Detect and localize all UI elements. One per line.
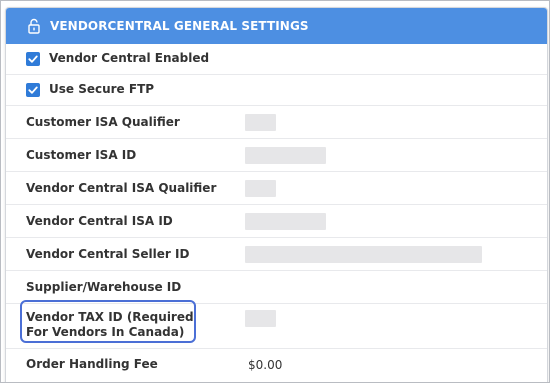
customer-isa-qualifier-value[interactable]	[245, 114, 276, 131]
vendor-tax-id-label: Vendor TAX ID (Required For Vendors In C…	[26, 310, 194, 339]
order-handling-fee-row: Order Handling Fee $0.00	[6, 349, 547, 382]
use-secure-ftp-checkbox[interactable]	[26, 83, 40, 97]
vendor-tax-id-row: Vendor TAX ID (Required For Vendors In C…	[6, 300, 547, 349]
order-handling-fee-value[interactable]: $0.00	[248, 358, 282, 372]
panel-header: VENDORCENTRAL GENERAL SETTINGS	[6, 8, 547, 44]
vendor-central-seller-id-label: Vendor Central Seller ID	[26, 247, 190, 261]
use-secure-ftp-label: Use Secure FTP	[49, 82, 155, 96]
order-handling-fee-label: Order Handling Fee	[26, 357, 158, 371]
unlock-icon	[27, 18, 41, 34]
settings-rows: Vendor Central Enabled Use Secure FTP Cu…	[6, 44, 547, 382]
customer-isa-id-value[interactable]	[245, 147, 326, 164]
vendor-central-isa-qualifier-row: Vendor Central ISA Qualifier	[6, 172, 547, 205]
vendor-central-isa-qualifier-value[interactable]	[245, 180, 276, 197]
customer-isa-qualifier-row: Customer ISA Qualifier	[6, 106, 547, 139]
vendor-central-enabled-checkbox[interactable]	[26, 52, 40, 66]
use-secure-ftp-row: Use Secure FTP	[6, 75, 547, 106]
checkmark-icon	[28, 86, 38, 94]
vendor-central-isa-id-value[interactable]	[245, 213, 326, 230]
supplier-warehouse-id-label: Supplier/Warehouse ID	[26, 280, 182, 294]
vendor-central-isa-id-row: Vendor Central ISA ID	[6, 205, 547, 238]
checkmark-icon	[28, 55, 38, 63]
vendor-central-seller-id-row: Vendor Central Seller ID	[6, 238, 547, 271]
screenshot-frame: VENDORCENTRAL GENERAL SETTINGS Vendor Ce…	[0, 0, 550, 383]
vendor-central-isa-qualifier-label: Vendor Central ISA Qualifier	[26, 181, 217, 195]
customer-isa-id-row: Customer ISA ID	[6, 139, 547, 172]
vendor-central-enabled-row: Vendor Central Enabled	[6, 44, 547, 75]
vendor-tax-id-value[interactable]	[245, 310, 276, 327]
vendorcentral-settings-panel: VENDORCENTRAL GENERAL SETTINGS Vendor Ce…	[5, 7, 548, 382]
customer-isa-qualifier-label: Customer ISA Qualifier	[26, 115, 180, 129]
panel-title: VENDORCENTRAL GENERAL SETTINGS	[50, 19, 309, 33]
vendor-central-seller-id-value[interactable]	[245, 246, 482, 263]
vendor-central-enabled-label: Vendor Central Enabled	[49, 51, 210, 65]
vendor-central-isa-id-label: Vendor Central ISA ID	[26, 214, 173, 228]
customer-isa-id-label: Customer ISA ID	[26, 148, 137, 162]
